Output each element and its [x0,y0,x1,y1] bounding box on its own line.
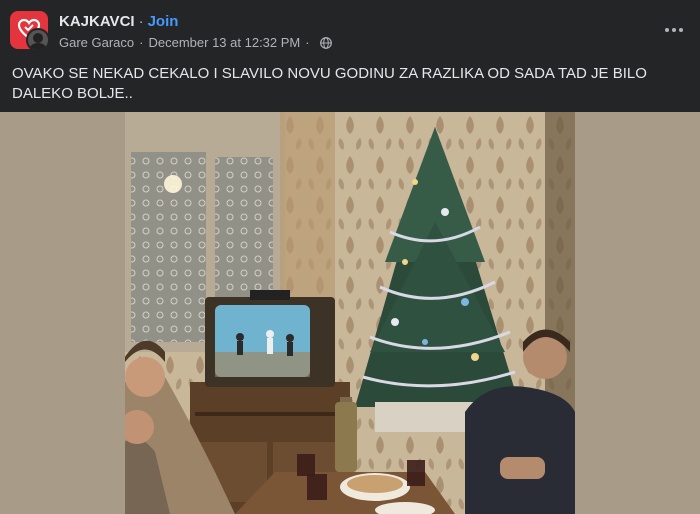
group-name-link[interactable]: KAJKAVCI [59,13,135,30]
separator-dot: · [138,13,144,30]
author-avatar[interactable] [26,28,50,52]
group-title-line: KAJKAVCI · Join [59,13,178,30]
post-text: OVAKO SE NEKAD CEKALO I SLAVILO NOVU GOD… [12,65,647,102]
meta-separator-dot: · [139,35,144,50]
meta-separator-dot-2: · [305,35,310,50]
join-button[interactable]: Join [148,13,179,30]
post-meta: Gare Garaco · December 13 at 12:32 PM · [59,35,332,50]
post-photo[interactable] [0,112,700,514]
author-name-link[interactable]: Gare Garaco [59,35,134,50]
author-avatar-image [28,30,48,50]
post-photo-image [125,112,575,514]
more-options-button[interactable] [660,16,688,44]
more-horizontal-icon [665,28,669,32]
post-timestamp-link[interactable]: December 13 at 12:32 PM [149,35,301,50]
globe-icon[interactable] [319,36,332,49]
post-header: KAJKAVCI · Join Gare Garaco · December 13 … [0,0,700,60]
